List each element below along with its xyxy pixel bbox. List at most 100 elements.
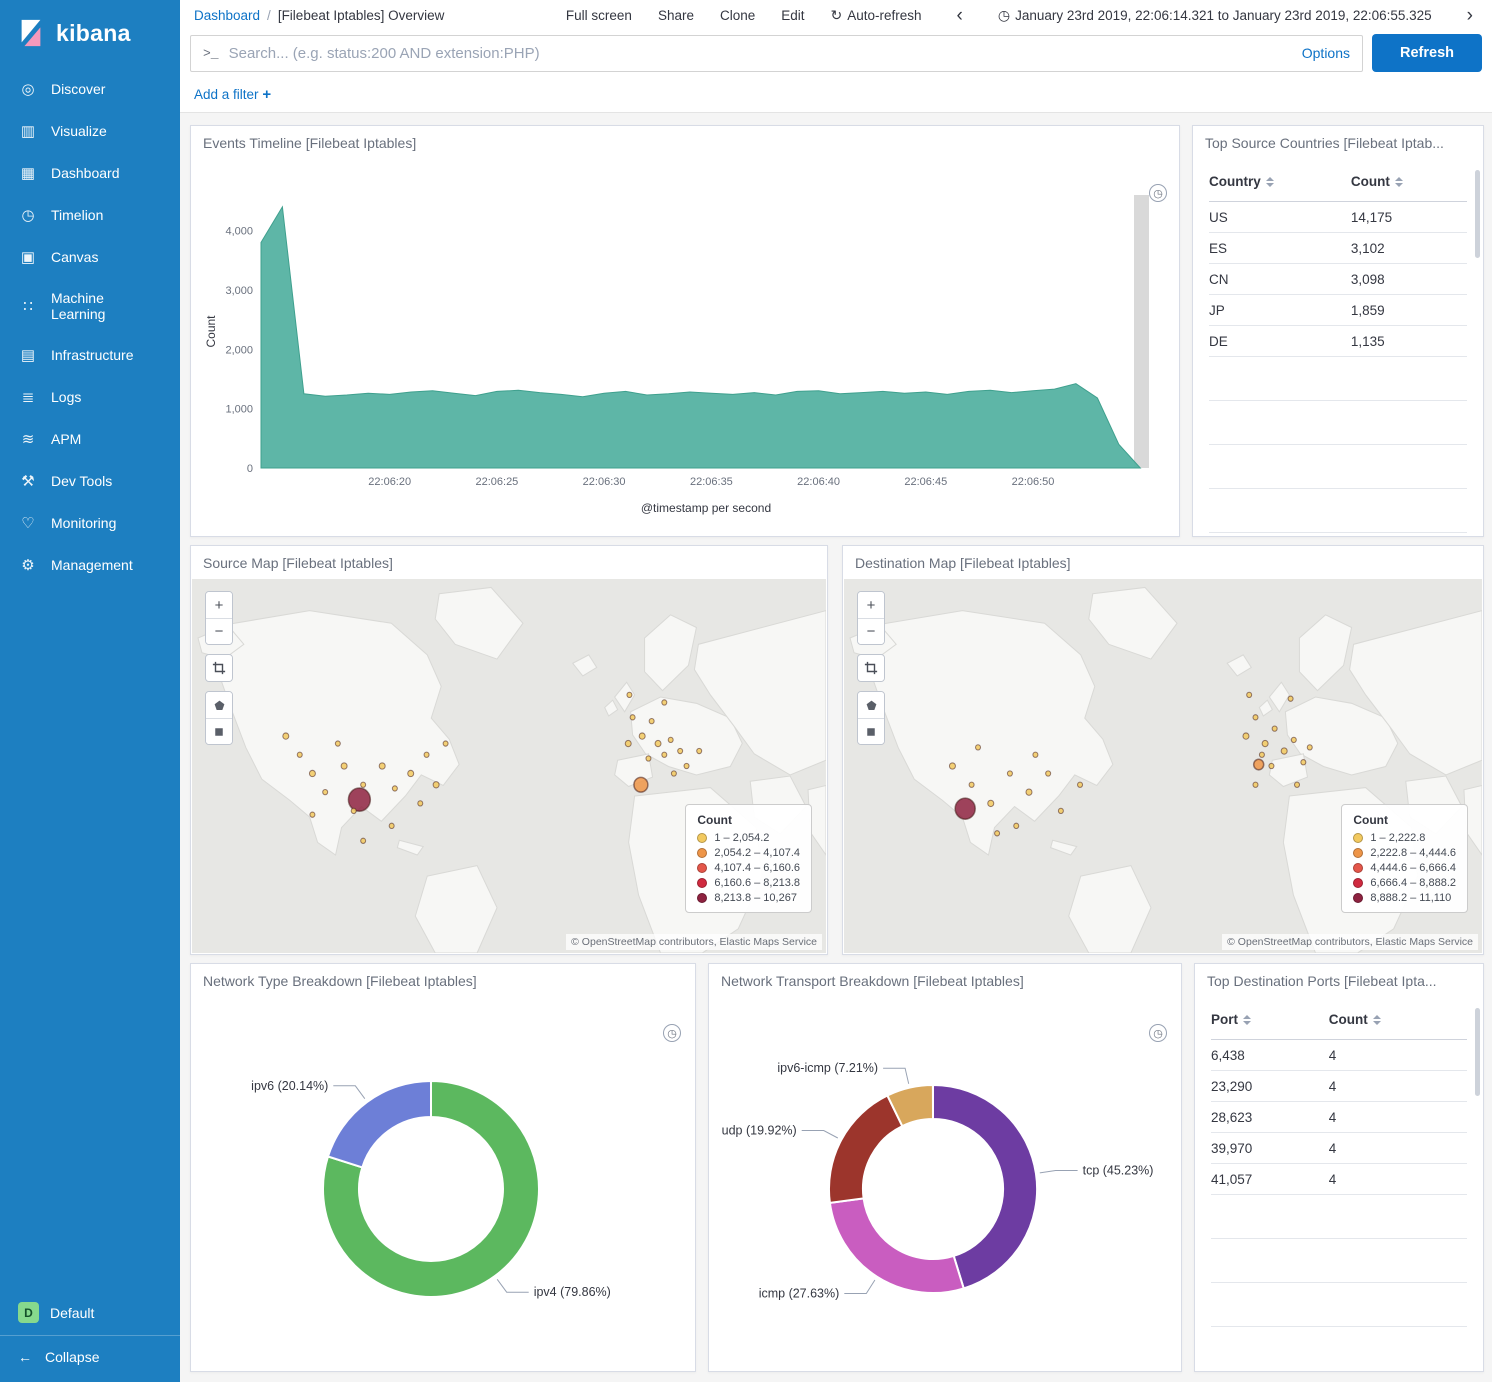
search-input[interactable] <box>229 45 1292 62</box>
map-bubble[interactable] <box>1291 737 1296 742</box>
map-bubble[interactable] <box>988 800 994 806</box>
map-bubble[interactable] <box>1253 715 1258 720</box>
sidebar-item-discover[interactable]: ◎Discover <box>0 68 180 110</box>
source-map[interactable]: +−Count1 – 2,054.22,054.2 – 4,107.44,107… <box>192 579 826 953</box>
map-bubble[interactable] <box>949 763 955 769</box>
sidebar-item-management[interactable]: ⚙Management <box>0 544 180 586</box>
map-bubble[interactable] <box>678 748 683 753</box>
map-bubble[interactable] <box>630 715 635 720</box>
map-bubble[interactable] <box>433 782 439 788</box>
map-bubble[interactable] <box>655 740 661 746</box>
map-bubble[interactable] <box>1269 763 1274 768</box>
map-bubble[interactable] <box>424 752 429 757</box>
map-bubble[interactable] <box>1295 782 1300 787</box>
map-bubble[interactable] <box>389 823 394 828</box>
map-bubble[interactable] <box>1272 726 1277 731</box>
network-transport-donut-chart[interactable]: tcp (45.23%)icmp (27.63%)udp (19.92%)ipv… <box>709 998 1183 1371</box>
panel-title[interactable]: Network Type Breakdown [Filebeat Iptable… <box>191 964 695 998</box>
map-bubble[interactable] <box>1247 692 1252 697</box>
map-bubble[interactable] <box>392 786 397 791</box>
options-link[interactable]: Options <box>1302 45 1350 61</box>
map-bubble[interactable] <box>335 741 340 746</box>
share-button[interactable]: Share <box>658 8 694 23</box>
map-bubble[interactable] <box>1007 771 1012 776</box>
collapse-button[interactable]: ← Collapse <box>0 1335 180 1382</box>
map-bubble[interactable] <box>976 745 981 750</box>
map-bubble[interactable] <box>418 801 423 806</box>
auto-refresh-button[interactable]: ↻Auto-refresh <box>831 7 922 24</box>
panel-title[interactable]: Destination Map [Filebeat Iptables] <box>843 546 1483 580</box>
sidebar-item-apm[interactable]: ≋APM <box>0 418 180 460</box>
map-bubble[interactable] <box>1254 759 1264 770</box>
map-bubble[interactable] <box>1262 740 1268 746</box>
map-bubble[interactable] <box>649 718 654 723</box>
zoom-out-button[interactable]: − <box>858 618 884 644</box>
map-bubble[interactable] <box>646 756 651 761</box>
map-bubble[interactable] <box>341 763 347 769</box>
table-row[interactable]: 39,9704 <box>1211 1133 1467 1164</box>
edit-button[interactable]: Edit <box>781 8 804 23</box>
panel-title[interactable]: Events Timeline [Filebeat Iptables] <box>191 126 1179 160</box>
kibana-logo[interactable]: kibana <box>0 0 180 64</box>
map-bubble[interactable] <box>1078 782 1083 787</box>
space-switcher[interactable]: D Default <box>0 1290 180 1335</box>
zoom-out-button[interactable]: − <box>206 618 232 644</box>
table-row[interactable]: US14,175 <box>1209 202 1467 233</box>
breadcrumb-dashboard[interactable]: Dashboard <box>194 8 260 23</box>
map-bubble[interactable] <box>283 733 289 739</box>
map-bubble[interactable] <box>1288 696 1293 701</box>
clone-button[interactable]: Clone <box>720 8 755 23</box>
map-bubble[interactable] <box>969 782 974 787</box>
time-badge-icon[interactable]: ◷ <box>1149 1024 1167 1042</box>
full-screen-button[interactable]: Full screen <box>566 8 632 23</box>
map-bubble[interactable] <box>1033 752 1038 757</box>
network-type-donut-chart[interactable]: ipv4 (79.86%)ipv6 (20.14%) <box>191 998 697 1371</box>
map-bubble[interactable] <box>668 737 673 742</box>
map-bubble[interactable] <box>379 763 385 769</box>
map-bubble[interactable] <box>995 831 1000 836</box>
map-bubble[interactable] <box>625 740 631 746</box>
map-bubble[interactable] <box>1301 760 1306 765</box>
time-back-chevron[interactable]: ‹ <box>948 6 972 25</box>
table-row[interactable]: DE1,135 <box>1209 326 1467 357</box>
add-filter-button[interactable]: Add a filter + <box>194 86 271 103</box>
events-timeline-chart[interactable]: 01,0002,0003,0004,00022:06:2022:06:2522:… <box>201 160 1171 532</box>
map-bubble[interactable] <box>361 838 366 843</box>
sidebar-item-monitoring[interactable]: ♡Monitoring <box>0 502 180 544</box>
scrollbar-thumb[interactable] <box>1475 1008 1480 1096</box>
refresh-button[interactable]: Refresh <box>1372 34 1482 72</box>
map-bubble[interactable] <box>348 788 370 811</box>
sidebar-item-visualize[interactable]: ▥Visualize <box>0 110 180 152</box>
column-header-port[interactable]: Port <box>1211 1012 1329 1027</box>
map-bubble[interactable] <box>662 752 667 757</box>
map-bubble[interactable] <box>1243 733 1249 739</box>
sidebar-item-logs[interactable]: ≣Logs <box>0 376 180 418</box>
map-bubble[interactable] <box>634 777 648 792</box>
map-attribution[interactable]: © OpenStreetMap contributors, Elastic Ma… <box>566 934 822 950</box>
table-row[interactable]: 28,6234 <box>1211 1102 1467 1133</box>
table-row[interactable]: 41,0574 <box>1211 1164 1467 1195</box>
map-bubble[interactable] <box>662 700 667 705</box>
table-row[interactable]: 6,4384 <box>1211 1040 1467 1071</box>
rectangle-tool-icon[interactable] <box>206 718 232 744</box>
donut-slice-udp[interactable] <box>829 1096 902 1203</box>
table-row[interactable]: 23,2904 <box>1211 1071 1467 1102</box>
donut-slice-ipv6[interactable] <box>328 1081 431 1167</box>
map-attribution[interactable]: © OpenStreetMap contributors, Elastic Ma… <box>1222 934 1478 950</box>
map-bubble[interactable] <box>671 771 676 776</box>
map-bubble[interactable] <box>351 808 356 813</box>
sidebar-item-canvas[interactable]: ▣Canvas <box>0 236 180 278</box>
table-row[interactable]: JP1,859 <box>1209 295 1467 326</box>
map-bubble[interactable] <box>443 741 448 746</box>
table-row[interactable]: CN3,098 <box>1209 264 1467 295</box>
panel-title[interactable]: Source Map [Filebeat Iptables] <box>191 546 827 580</box>
panel-title[interactable]: Top Source Countries [Filebeat Iptab... <box>1193 126 1483 160</box>
map-bubble[interactable] <box>1259 752 1264 757</box>
donut-slice-icmp[interactable] <box>830 1198 964 1293</box>
map-bubble[interactable] <box>955 798 975 819</box>
polygon-tool-icon[interactable] <box>858 692 884 718</box>
rectangle-tool-icon[interactable] <box>858 718 884 744</box>
time-badge-icon[interactable]: ◷ <box>1149 184 1167 202</box>
crop-icon[interactable] <box>206 655 232 681</box>
table-row[interactable]: ES3,102 <box>1209 233 1467 264</box>
